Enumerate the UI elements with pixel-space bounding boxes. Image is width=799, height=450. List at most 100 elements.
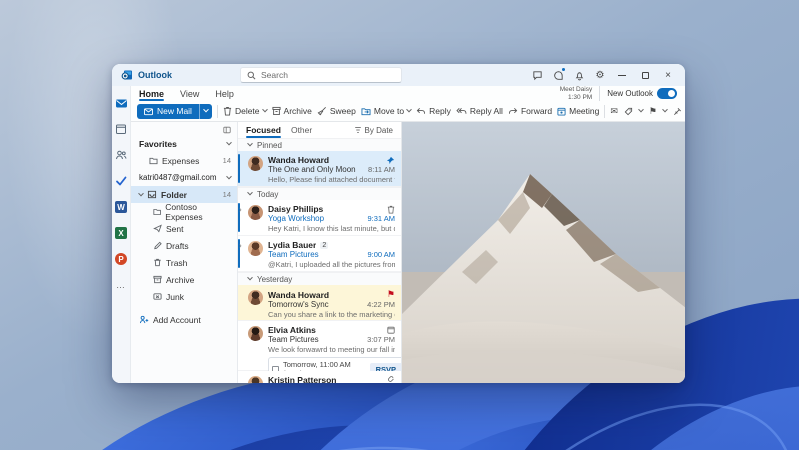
- titlebar-actions: ⚙ ×: [531, 68, 685, 82]
- reply-arrow-icon: [416, 107, 426, 116]
- flag-red-icon[interactable]: ⚑: [387, 289, 395, 300]
- chevron-down-icon: [226, 139, 232, 145]
- calendar-module-icon[interactable]: [114, 122, 128, 136]
- section-today[interactable]: Today: [238, 187, 401, 200]
- bell-icon[interactable]: [573, 69, 585, 81]
- new-mail-dropdown[interactable]: [199, 104, 212, 119]
- tab-help[interactable]: Help: [207, 86, 242, 101]
- move-to-button[interactable]: Move to: [361, 106, 411, 116]
- account-header[interactable]: katri0487@gmail.com: [131, 169, 237, 186]
- outlook-logo-icon: [121, 69, 133, 81]
- todo-module-icon[interactable]: [114, 174, 128, 188]
- email-wanda-howard-pinned[interactable]: Wanda Howard The One and Only Moon 8:11 …: [238, 151, 401, 187]
- message-list: Focused Other By Date Pinned: [238, 122, 402, 383]
- powerpoint-app-icon[interactable]: P: [114, 252, 128, 266]
- new-mail-button[interactable]: New Mail: [137, 104, 212, 119]
- folder-pane: Favorites Expenses 14 katri0487@gmail.co…: [131, 122, 238, 383]
- avatar: [248, 326, 263, 341]
- search-input[interactable]: Search: [240, 67, 402, 83]
- new-outlook-label: New Outlook: [607, 89, 653, 98]
- reply-button[interactable]: Reply: [416, 106, 451, 116]
- new-outlook-switch: New Outlook: [607, 88, 677, 99]
- word-app-icon[interactable]: W: [114, 200, 128, 214]
- sort-by-date-button[interactable]: By Date: [354, 126, 393, 135]
- close-button[interactable]: ×: [661, 68, 675, 82]
- folder-junk[interactable]: Junk: [131, 288, 237, 305]
- delete-button[interactable]: Delete: [223, 106, 267, 116]
- folder-icon: [153, 208, 161, 216]
- window-titlebar: Outlook Search ⚙ ×: [112, 64, 685, 86]
- tab-focused[interactable]: Focused: [246, 122, 281, 138]
- email-elvia-atkins[interactable]: Elvia Atkins Team Pictures 3:07 PM We lo…: [238, 321, 401, 371]
- chat-notification-icon[interactable]: [552, 69, 564, 81]
- reply-all-arrow-icon: [456, 107, 467, 116]
- move-folder-icon: [361, 107, 371, 116]
- folder-contoso-expenses[interactable]: Contoso Expenses: [131, 203, 237, 220]
- filter-icon: [354, 126, 362, 134]
- settings-gear-icon[interactable]: ⚙: [594, 69, 606, 81]
- flag-icon[interactable]: ⚑: [649, 106, 657, 117]
- trash-icon: [153, 258, 162, 267]
- unread-count: 14: [223, 156, 231, 165]
- email-lydia-bauer[interactable]: › Lydia Bauer 2 Team Pictures 9:00 AM @K…: [238, 236, 401, 272]
- folder-archive[interactable]: Archive: [131, 271, 237, 288]
- ribbon-toolbar: New Mail Delete Archive Sweep Move to: [131, 101, 685, 122]
- attachment-paperclip-icon: [387, 376, 395, 384]
- more-apps-icon[interactable]: …: [114, 278, 128, 292]
- notification-badge: [561, 67, 566, 72]
- email-kristin-patterson[interactable]: Kristin Patterson: [238, 371, 401, 383]
- sweep-button[interactable]: Sweep: [317, 106, 356, 116]
- add-account-icon: [139, 315, 149, 324]
- reply-all-button[interactable]: Reply All: [456, 106, 503, 116]
- email-daisy-phillips[interactable]: › Daisy Phillips Yoga Workshop 9:31 AM: [238, 200, 401, 236]
- feedback-icon[interactable]: [531, 69, 543, 81]
- forward-button[interactable]: Forward: [508, 106, 552, 116]
- pin-icon[interactable]: [673, 107, 682, 116]
- section-yesterday[interactable]: Yesterday: [238, 272, 401, 285]
- tab-home[interactable]: Home: [131, 86, 172, 101]
- folder-expenses[interactable]: Expenses 14: [131, 152, 237, 169]
- collapse-folder-pane-icon[interactable]: [223, 126, 231, 134]
- tab-other[interactable]: Other: [291, 122, 312, 138]
- mountain-photo: [402, 122, 685, 383]
- chevron-down-icon: [247, 275, 253, 281]
- people-module-icon[interactable]: [114, 148, 128, 162]
- pencil-icon: [153, 241, 162, 250]
- favorites-header[interactable]: Favorites: [131, 135, 237, 152]
- folder-inbox-selected[interactable]: Folder 14: [131, 186, 237, 203]
- content-region: Favorites Expenses 14 katri0487@gmail.co…: [131, 122, 685, 383]
- meeting-reminder[interactable]: Meet Daisy 1:30 PM: [560, 86, 601, 102]
- tab-view[interactable]: View: [172, 86, 207, 101]
- avatar: [248, 290, 263, 305]
- excel-app-icon[interactable]: X: [114, 226, 128, 240]
- folder-sent[interactable]: Sent: [131, 220, 237, 237]
- toolbar-icon-group: ✉ ⚑ ↺ …: [610, 105, 685, 118]
- categorize-tag-icon[interactable]: [624, 107, 633, 116]
- delete-hover-icon[interactable]: [387, 205, 395, 214]
- read-unread-icon[interactable]: ✉: [610, 106, 618, 117]
- folder-icon: [149, 157, 158, 165]
- archive-button[interactable]: Archive: [272, 106, 312, 116]
- mail-module-icon[interactable]: [114, 96, 128, 110]
- reading-pane[interactable]: [402, 122, 685, 383]
- app-title: Outlook: [138, 70, 172, 80]
- folder-trash[interactable]: Trash: [131, 254, 237, 271]
- thread-count-badge: 2: [320, 242, 328, 249]
- maximize-button[interactable]: [638, 68, 652, 82]
- folder-drafts[interactable]: Drafts: [131, 237, 237, 254]
- account-email: katri0487@gmail.com: [139, 173, 216, 182]
- section-pinned[interactable]: Pinned: [238, 138, 401, 151]
- search-icon: [247, 71, 256, 80]
- junk-icon: [153, 292, 162, 301]
- meeting-calendar-icon: [557, 107, 566, 116]
- new-outlook-toggle[interactable]: [657, 88, 677, 99]
- thread-expander-icon[interactable]: ›: [239, 241, 242, 250]
- meeting-button[interactable]: Meeting: [557, 106, 599, 116]
- inbox-icon: [147, 190, 157, 199]
- add-account-button[interactable]: Add Account: [131, 311, 237, 328]
- unread-count: 14: [223, 190, 231, 199]
- pinned-pin-icon[interactable]: [386, 156, 395, 165]
- thread-expander-icon[interactable]: ›: [239, 205, 242, 214]
- minimize-button[interactable]: [615, 68, 629, 82]
- email-wanda-howard-flagged[interactable]: Wanda Howard ⚑ Tomorrow's Sync 4:22 PM C…: [238, 285, 401, 321]
